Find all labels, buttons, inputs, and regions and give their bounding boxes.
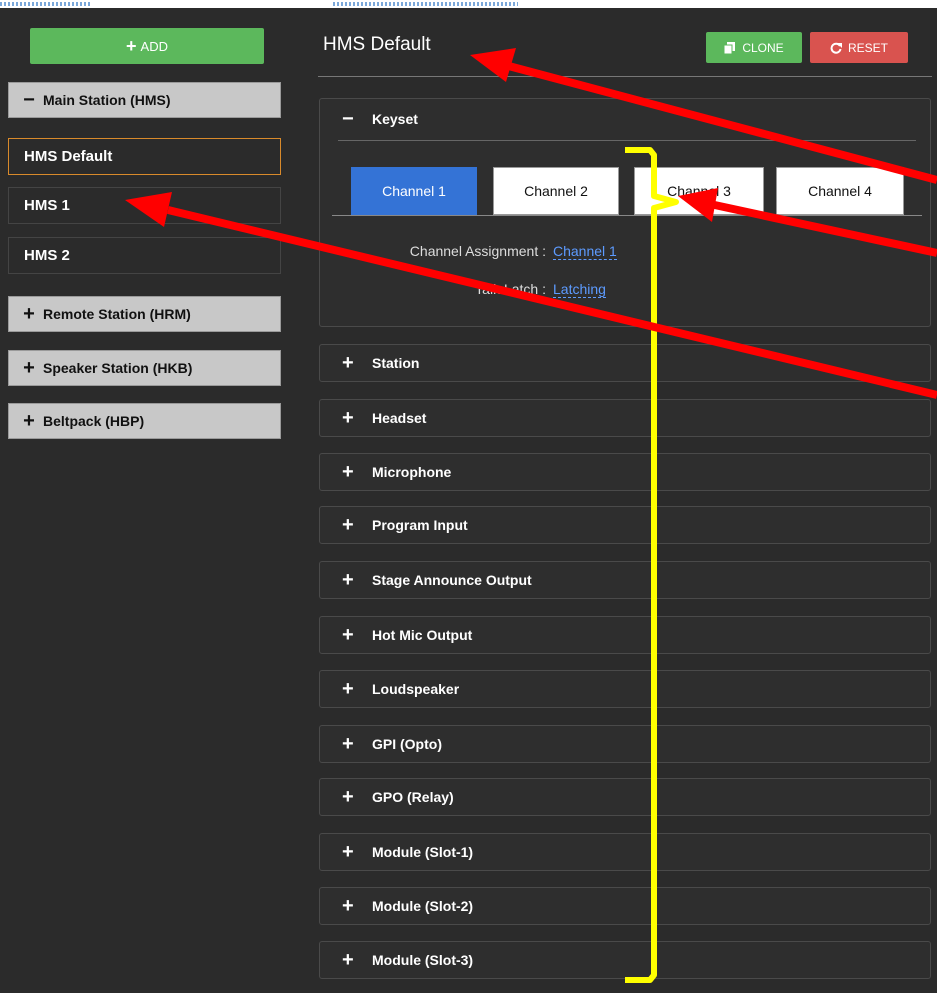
annotation-arrow [709,200,937,257]
annotation-arrow [167,206,937,399]
annotation-bracket [625,147,679,983]
annotation-arrowhead [125,192,172,227]
annotation-overlay [125,48,937,983]
annotation-arrowhead [678,188,718,222]
annotation-arrowhead [470,48,516,82]
annotation-arrow [503,61,937,184]
